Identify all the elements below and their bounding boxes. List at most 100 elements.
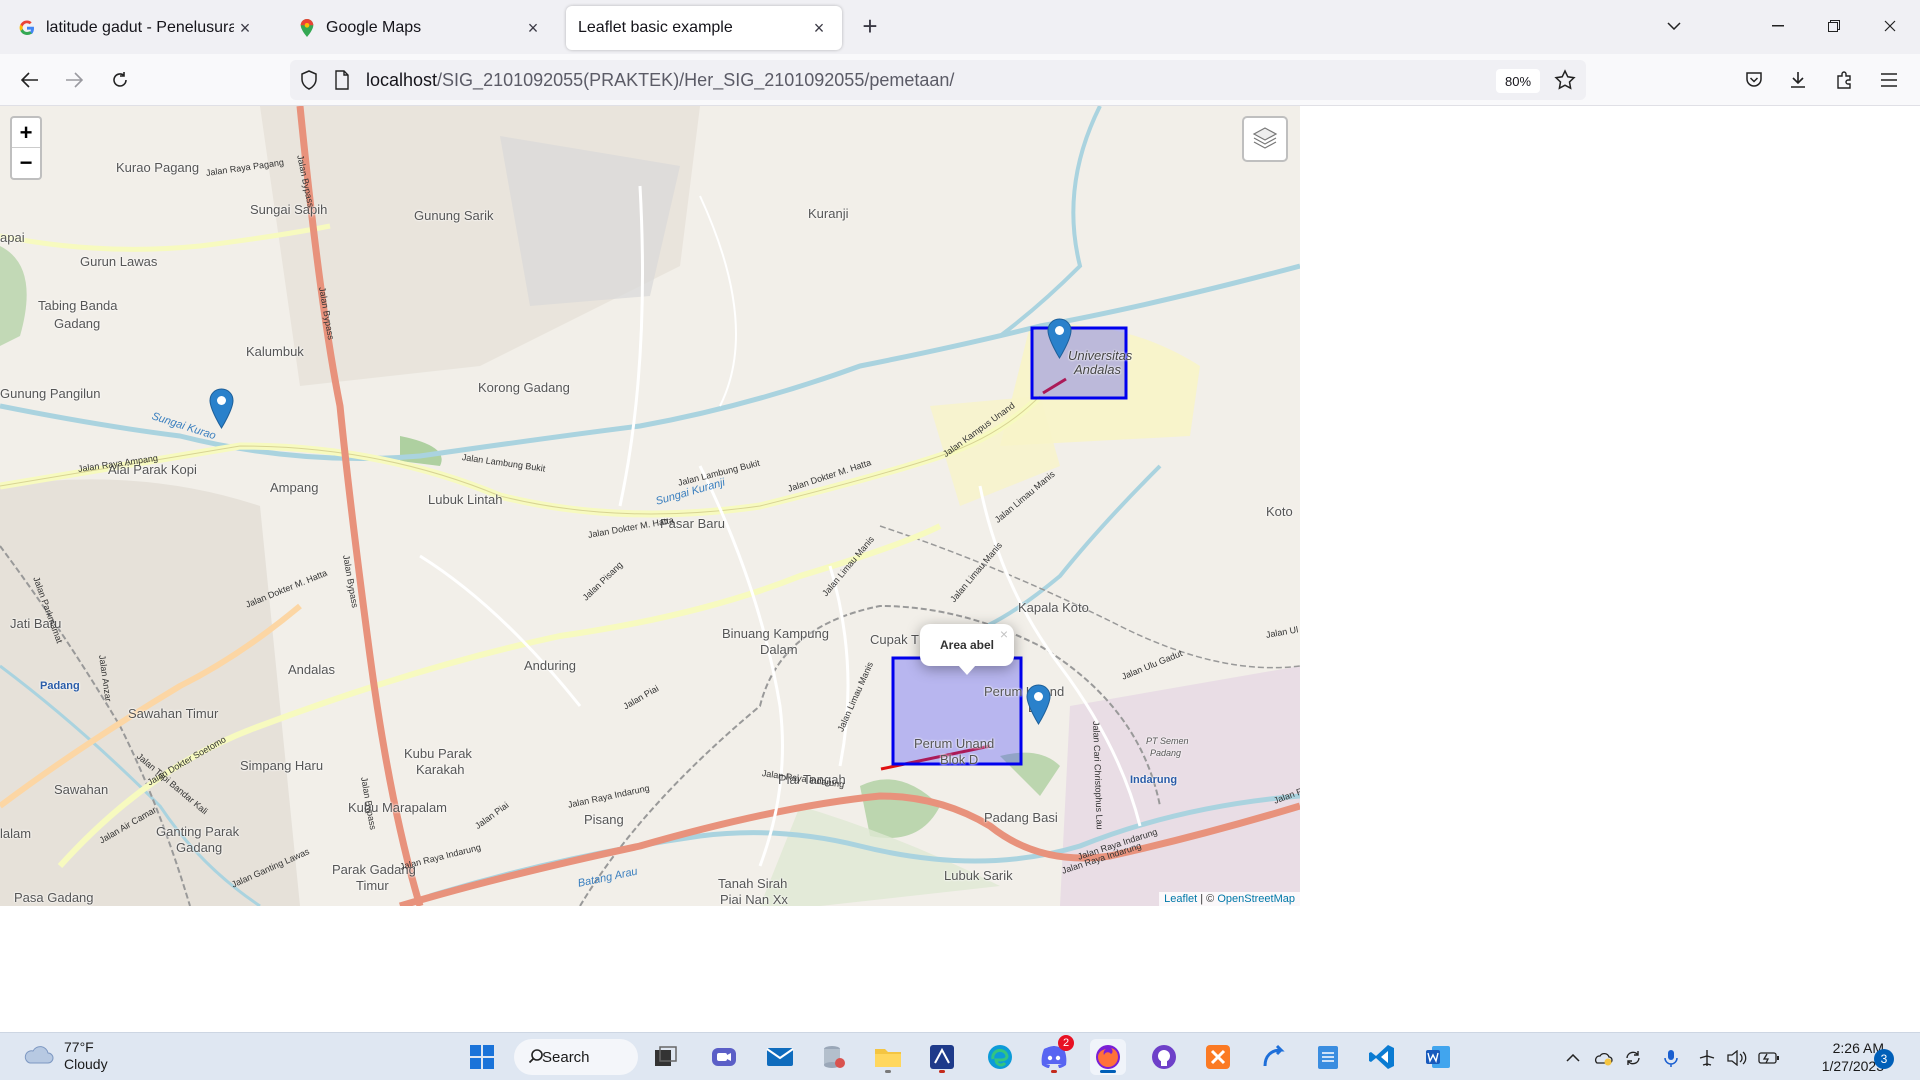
place-label: Kurao Pagang: [116, 160, 200, 175]
vscode-icon[interactable]: [1364, 1039, 1400, 1075]
word-icon[interactable]: [1420, 1039, 1456, 1075]
place-label: Pasa Gadang: [14, 890, 94, 905]
weather-condition: Cloudy: [64, 1056, 108, 1072]
place-label: Piai Nan Xx: [720, 892, 788, 906]
place-label: Lubuk Sarik: [944, 868, 1013, 883]
discord-icon[interactable]: 2: [1036, 1035, 1074, 1075]
zoom-in-button[interactable]: +: [12, 118, 40, 148]
database-app-icon[interactable]: [816, 1039, 852, 1075]
close-tab-icon[interactable]: ×: [522, 17, 544, 39]
clock-time: 2:26 AM: [1832, 1040, 1884, 1056]
place-label: Dalam: [760, 642, 798, 657]
zoom-out-button[interactable]: −: [12, 148, 40, 178]
tab-leaflet-example[interactable]: Leaflet basic example ×: [566, 6, 842, 50]
place-label: Gadang: [54, 316, 101, 331]
taskbar-search-box[interactable]: Search: [514, 1039, 638, 1075]
place-label: Padang: [1150, 748, 1182, 758]
tab-google-search[interactable]: latitude gadut - Penelusuran Goo ×: [6, 6, 268, 50]
place-label: Gurun Lawas: [80, 254, 158, 269]
popup-content: Area abel: [939, 638, 995, 652]
pocket-icon[interactable]: [1738, 64, 1770, 96]
system-clock[interactable]: 2:26 AM 1/27/2023: [1794, 1039, 1884, 1075]
teams-chat-icon[interactable]: [706, 1039, 742, 1075]
place-label: Tanah Sirah: [718, 876, 788, 891]
url-text[interactable]: localhost/SIG_2101092055(PRAKTEK)/Her_SI…: [366, 70, 954, 91]
visual-studio-code-insiders-icon[interactable]: [924, 1039, 960, 1075]
windows-taskbar: 77°F Cloudy Search 2 2:26 AM 1/27/2023 3: [0, 1032, 1920, 1080]
windows-start-icon[interactable]: [464, 1039, 500, 1075]
notification-center-badge[interactable]: 3: [1874, 1049, 1894, 1069]
map-attribution: Leaflet | © OpenStreetMap: [1159, 892, 1300, 906]
leaflet-link[interactable]: Leaflet: [1164, 893, 1197, 905]
place-label: Perum Unand: [914, 736, 995, 751]
notepad-icon[interactable]: [1310, 1039, 1346, 1075]
github-desktop-icon[interactable]: [1146, 1039, 1182, 1075]
restore-button[interactable]: [1816, 10, 1852, 42]
place-label: Binuang Kampung: [722, 626, 829, 641]
layers-control-button[interactable]: [1242, 116, 1288, 162]
file-explorer-icon[interactable]: [870, 1039, 906, 1075]
mail-icon[interactable]: [762, 1039, 798, 1075]
menu-hamburger-icon[interactable]: [1873, 64, 1905, 96]
attribution-separator: | ©: [1197, 893, 1218, 905]
page-info-icon[interactable]: [334, 70, 350, 95]
arrow-app-icon[interactable]: [1256, 1039, 1292, 1075]
xampp-icon[interactable]: [1200, 1039, 1236, 1075]
popup-close-button[interactable]: ×: [1000, 626, 1008, 642]
osm-basemap[interactable]: [0, 106, 1300, 906]
address-bar[interactable]: localhost/SIG_2101092055(PRAKTEK)/Her_SI…: [290, 60, 1586, 100]
map-marker-icon[interactable]: [1047, 318, 1072, 359]
close-tab-icon[interactable]: ×: [808, 17, 830, 39]
place-label: lalam: [0, 826, 32, 841]
place-label: Lubuk Lintah: [428, 492, 503, 507]
place-label: Tabing Banda: [38, 298, 118, 313]
place-label: Kalumbuk: [246, 344, 304, 359]
show-hidden-icons-chevron-up-icon[interactable]: [1562, 1047, 1584, 1069]
map-marker-icon[interactable]: [209, 388, 234, 429]
url-path: /SIG_2101092055(PRAKTEK)/Her_SIG_2101092…: [437, 70, 955, 90]
extensions-icon[interactable]: [1828, 64, 1860, 96]
map-marker-icon[interactable]: [1026, 684, 1051, 725]
downloads-icon[interactable]: [1782, 64, 1814, 96]
openstreetmap-link[interactable]: OpenStreetMap: [1217, 893, 1295, 905]
list-all-tabs-icon[interactable]: [1656, 10, 1692, 42]
tab-google-maps[interactable]: Google Maps ×: [286, 6, 556, 50]
search-icon: [528, 1048, 544, 1068]
close-window-button[interactable]: [1872, 10, 1908, 42]
weather-temperature: 77°F: [64, 1039, 94, 1055]
sync-icon[interactable]: [1622, 1047, 1644, 1069]
place-label: Padang Basi: [984, 810, 1058, 825]
onedrive-warning-icon[interactable]: [1592, 1047, 1614, 1069]
place-label: Korong Gadang: [478, 380, 570, 395]
new-tab-button[interactable]: +: [856, 11, 884, 41]
close-tab-icon[interactable]: ×: [234, 17, 256, 39]
firefox-icon[interactable]: [1090, 1039, 1126, 1075]
task-view-icon[interactable]: [648, 1039, 684, 1075]
edge-browser-icon[interactable]: [982, 1039, 1018, 1075]
weather-widget[interactable]: 77°F Cloudy: [22, 1039, 108, 1073]
place-label: Kapala Koto: [1018, 600, 1089, 615]
minimize-button[interactable]: [1760, 10, 1796, 42]
place-label: apai: [0, 230, 25, 245]
place-label: Anduring: [524, 658, 577, 673]
leaflet-map[interactable]: Kurao Pagang Sungai Sapih Gunung Sarik K…: [0, 106, 1300, 906]
reload-button[interactable]: [104, 64, 136, 96]
clock-date: 1/27/2023: [1821, 1058, 1884, 1074]
place-label: Sawahan: [54, 782, 109, 797]
tab-strip: latitude gadut - Penelusuran Goo × Googl…: [0, 0, 1920, 54]
place-label: Indarung: [1130, 774, 1178, 786]
microphone-icon[interactable]: [1660, 1047, 1682, 1069]
place-label: Timur: [356, 878, 389, 893]
zoom-level-badge[interactable]: 80%: [1496, 69, 1540, 93]
bookmark-star-icon[interactable]: [1554, 69, 1576, 96]
forward-button[interactable]: [58, 64, 90, 96]
back-button[interactable]: [14, 64, 46, 96]
volume-icon[interactable]: [1726, 1047, 1748, 1069]
tracking-protection-shield-icon[interactable]: [300, 70, 318, 95]
place-label: Koto: [1266, 504, 1293, 519]
running-indicator: [1051, 1070, 1057, 1073]
running-indicator: [939, 1070, 945, 1073]
map-popup: Area abel ×: [920, 624, 1014, 675]
battery-charging-icon[interactable]: [1758, 1047, 1780, 1069]
airplane-mode-icon[interactable]: [1696, 1047, 1718, 1069]
